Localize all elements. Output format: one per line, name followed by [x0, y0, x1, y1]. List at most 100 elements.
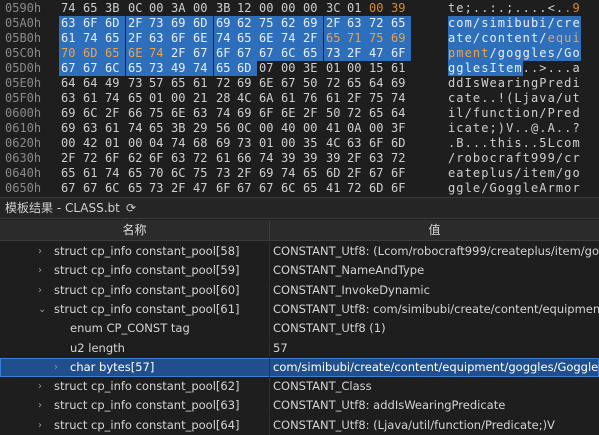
hex-byte[interactable]: 66	[126, 106, 148, 121]
results-table-row[interactable]: › struct cp_info constant_pool[58] CONSTAN…	[0, 242, 599, 261]
hex-byte[interactable]: 6E	[279, 106, 301, 121]
chevron-right-icon[interactable]: ›	[54, 358, 58, 377]
hex-byte[interactable]: 65	[345, 76, 367, 91]
hex-byte[interactable]: 6C	[81, 106, 103, 121]
hex-ascii[interactable]: pment/goggles/Go	[448, 46, 581, 61]
hex-byte[interactable]: 63	[59, 91, 81, 106]
hex-byte[interactable]: 74	[126, 121, 148, 136]
results-table-row[interactable]: › struct cp_info constant_pool[60] CONSTAN…	[0, 280, 599, 300]
hex-byte[interactable]: 74	[389, 91, 411, 106]
hex-byte[interactable]: 3C	[324, 1, 346, 16]
hex-byte[interactable]: 69	[214, 16, 236, 31]
hex-byte[interactable]: 64	[367, 76, 389, 91]
hex-byte[interactable]: 00	[301, 1, 323, 16]
hex-byte[interactable]: 72	[367, 16, 389, 31]
hex-byte[interactable]: 0A	[345, 121, 367, 136]
hex-byte[interactable]: 00	[301, 121, 323, 136]
hex-byte[interactable]: 65	[81, 1, 103, 16]
hex-byte[interactable]: 07	[257, 61, 279, 76]
hex-byte[interactable]: 15	[367, 61, 389, 76]
hex-byte[interactable]: 65	[214, 61, 236, 76]
hex-byte[interactable]: 69	[59, 121, 81, 136]
hex-editor[interactable]: 0590h 74 65 3B 0C 00 3A 00 3B 12 00 00 00 3C 01 00 39 te;…	[0, 0, 599, 197]
hex-byte[interactable]: 4C	[324, 136, 346, 151]
hex-byte[interactable]: 64	[389, 106, 411, 121]
hex-byte[interactable]: 01	[345, 1, 367, 16]
hex-byte[interactable]: 63	[191, 106, 213, 121]
hex-byte[interactable]: 62	[126, 151, 148, 166]
hex-byte[interactable]: 2F	[301, 31, 323, 46]
hex-byte[interactable]: 2F	[103, 106, 125, 121]
hex-byte[interactable]: 41	[324, 181, 346, 196]
hex-byte[interactable]: 2F	[126, 16, 148, 31]
hex-byte[interactable]: 67	[59, 181, 81, 196]
hex-byte[interactable]: 01	[103, 136, 125, 151]
hex-byte[interactable]: 0C	[235, 121, 257, 136]
hex-byte[interactable]: 61	[191, 76, 213, 91]
hex-byte[interactable]: 65	[126, 61, 148, 76]
hex-byte[interactable]: 75	[367, 31, 389, 46]
hex-byte[interactable]: 65	[301, 181, 323, 196]
hex-byte[interactable]: 00	[367, 1, 389, 16]
hex-byte[interactable]: 3B	[169, 121, 191, 136]
hex-byte[interactable]: 29	[191, 121, 213, 136]
hex-byte[interactable]: 61	[214, 151, 236, 166]
hex-byte[interactable]: 61	[324, 91, 346, 106]
hex-byte[interactable]: 00	[257, 121, 279, 136]
hex-byte[interactable]: 6E	[191, 31, 213, 46]
hex-byte[interactable]: 6D	[81, 46, 103, 61]
hex-byte[interactable]: 61	[103, 121, 125, 136]
hex-ascii[interactable]: cate..!(Ljava/ut	[448, 91, 581, 106]
column-header-value[interactable]: 值	[270, 220, 599, 240]
hex-byte[interactable]: 12	[235, 1, 257, 16]
hex-byte[interactable]: 6F	[169, 31, 191, 46]
hex-byte[interactable]: 72	[345, 106, 367, 121]
hex-byte[interactable]: 2F	[324, 16, 346, 31]
hex-byte[interactable]: 40	[279, 121, 301, 136]
chevron-right-icon[interactable]: ›	[38, 242, 42, 261]
hex-byte[interactable]: 63	[81, 121, 103, 136]
hex-byte[interactable]: 74	[59, 1, 81, 16]
hex-byte[interactable]: 63	[169, 151, 191, 166]
hex-byte[interactable]: 70	[147, 166, 169, 181]
hex-byte[interactable]: 65	[59, 166, 81, 181]
hex-byte[interactable]: 61	[279, 91, 301, 106]
hex-byte[interactable]: 00	[279, 1, 301, 16]
results-table-row[interactable]: › struct cp_info constant_pool[63] CONSTAN…	[0, 396, 599, 416]
hex-byte[interactable]: 6F	[257, 106, 279, 121]
hex-byte[interactable]: 74	[279, 166, 301, 181]
hex-byte[interactable]: 64	[81, 76, 103, 91]
hex-byte[interactable]: 65	[389, 16, 411, 31]
hex-ascii[interactable]: com/simibubi/cre	[448, 16, 581, 31]
hex-byte[interactable]: 61	[81, 91, 103, 106]
chevron-right-icon[interactable]: ›	[38, 261, 42, 280]
hex-byte[interactable]: 00	[169, 91, 191, 106]
results-table-row[interactable]: › struct cp_info constant_pool[59] CONSTAN…	[0, 261, 599, 281]
hex-byte[interactable]: 73	[126, 76, 148, 91]
hex-byte[interactable]: 67	[81, 181, 103, 196]
hex-byte[interactable]: 49	[169, 61, 191, 76]
hex-byte[interactable]: 65	[324, 31, 346, 46]
chevron-down-icon[interactable]: ⌄	[38, 300, 46, 319]
hex-byte[interactable]: 67	[367, 166, 389, 181]
hex-byte[interactable]: 74	[103, 166, 125, 181]
hex-byte[interactable]: 04	[147, 136, 169, 151]
hex-byte[interactable]: 74	[191, 61, 213, 76]
hex-byte[interactable]: 00	[59, 136, 81, 151]
hex-ascii[interactable]: te;..:.;....<..9	[448, 1, 581, 16]
hex-byte[interactable]: 6E	[126, 46, 148, 61]
hex-byte[interactable]: 6C	[169, 166, 191, 181]
chevron-right-icon[interactable]: ›	[38, 416, 42, 435]
hex-byte[interactable]: 67	[191, 46, 213, 61]
hex-byte[interactable]: 00	[257, 1, 279, 16]
hex-byte[interactable]: 6F	[389, 46, 411, 61]
hex-byte[interactable]: 6E	[257, 31, 279, 46]
hex-byte[interactable]: 2F	[235, 166, 257, 181]
hex-byte[interactable]: 3A	[169, 1, 191, 16]
hex-byte[interactable]: 74	[257, 151, 279, 166]
hex-byte[interactable]: 73	[147, 181, 169, 196]
hex-byte[interactable]: 72	[81, 151, 103, 166]
hex-byte[interactable]: 3B	[214, 1, 236, 16]
hex-byte[interactable]: 72	[389, 151, 411, 166]
hex-byte[interactable]: 65	[367, 106, 389, 121]
